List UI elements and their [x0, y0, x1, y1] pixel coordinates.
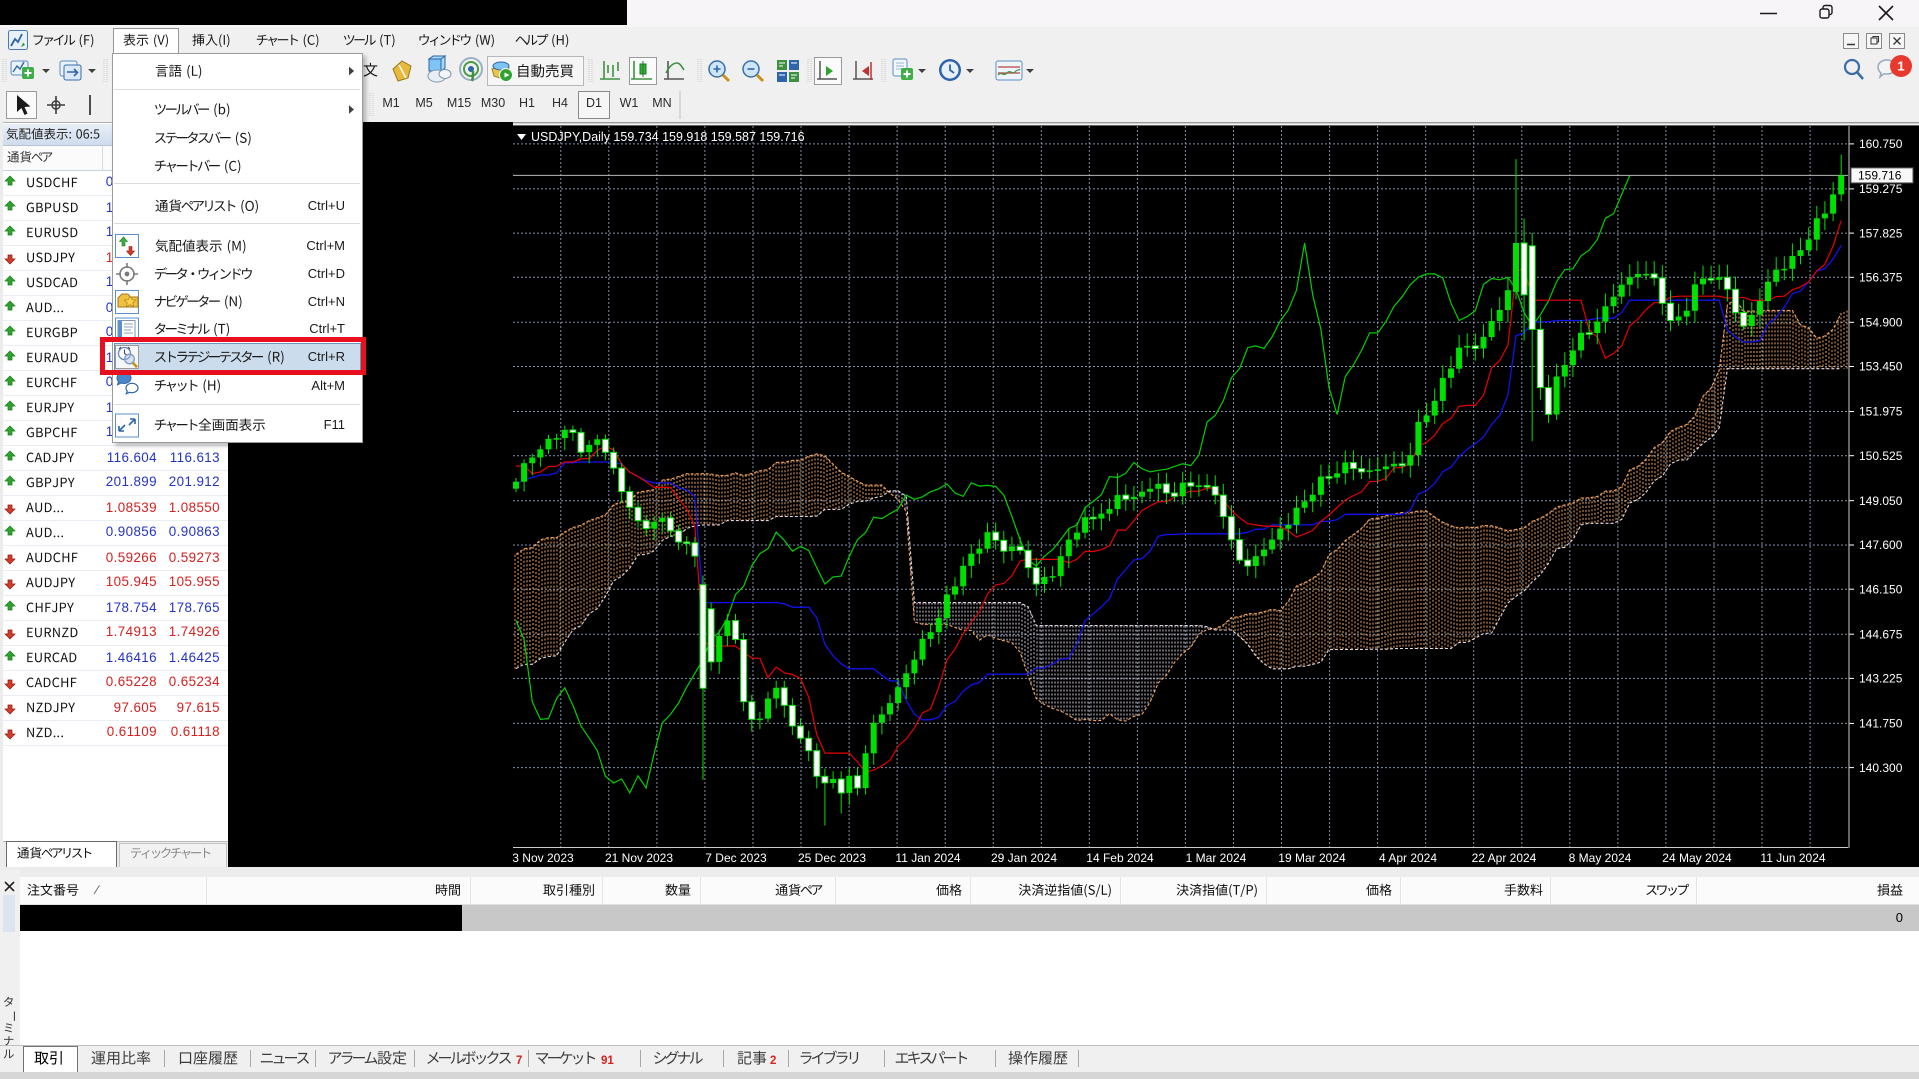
svg-text:159.275: 159.275: [1859, 182, 1903, 196]
svg-text:19 Mar 2024: 19 Mar 2024: [1278, 851, 1346, 865]
svg-text:1 Mar 2024: 1 Mar 2024: [1186, 851, 1247, 865]
svg-text:8 May 2024: 8 May 2024: [1569, 851, 1632, 865]
svg-text:14 Feb 2024: 14 Feb 2024: [1086, 851, 1154, 865]
svg-text:149.050: 149.050: [1859, 494, 1903, 508]
svg-text:156.375: 156.375: [1859, 271, 1903, 285]
svg-text:4 Apr 2024: 4 Apr 2024: [1379, 851, 1437, 865]
svg-text:141.750: 141.750: [1859, 717, 1903, 731]
svg-text:143.225: 143.225: [1859, 672, 1903, 686]
svg-text:150.525: 150.525: [1859, 449, 1903, 463]
svg-text:25 Dec 2023: 25 Dec 2023: [798, 851, 866, 865]
svg-text:22 Apr 2024: 22 Apr 2024: [1472, 851, 1537, 865]
svg-text:159.716: 159.716: [1858, 169, 1902, 183]
svg-text:21 Nov 2023: 21 Nov 2023: [605, 851, 673, 865]
svg-text:24 May 2024: 24 May 2024: [1662, 851, 1732, 865]
svg-text:140.300: 140.300: [1859, 761, 1903, 775]
svg-text:151.975: 151.975: [1859, 405, 1903, 419]
svg-text:147.600: 147.600: [1859, 538, 1903, 552]
svg-text:146.150: 146.150: [1859, 582, 1903, 596]
svg-text:154.900: 154.900: [1859, 316, 1903, 330]
svg-text:157.825: 157.825: [1859, 226, 1903, 240]
svg-text:11 Jan 2024: 11 Jan 2024: [895, 851, 960, 865]
svg-text:1: 1: [1897, 59, 1904, 74]
svg-text:3 Nov 2023: 3 Nov 2023: [513, 851, 574, 865]
svg-text:11 Jun 2024: 11 Jun 2024: [1760, 851, 1825, 865]
svg-text:160.750: 160.750: [1859, 137, 1903, 151]
svg-text:USDJPY,Daily 159.734 159.918: USDJPY,Daily 159.734 159.918 159.587 159…: [531, 130, 805, 144]
svg-text:153.450: 153.450: [1859, 360, 1903, 374]
svg-text:7 Dec 2023: 7 Dec 2023: [705, 851, 767, 865]
svg-text:144.675: 144.675: [1859, 627, 1903, 641]
svg-text:29 Jan 2024: 29 Jan 2024: [991, 851, 1057, 865]
